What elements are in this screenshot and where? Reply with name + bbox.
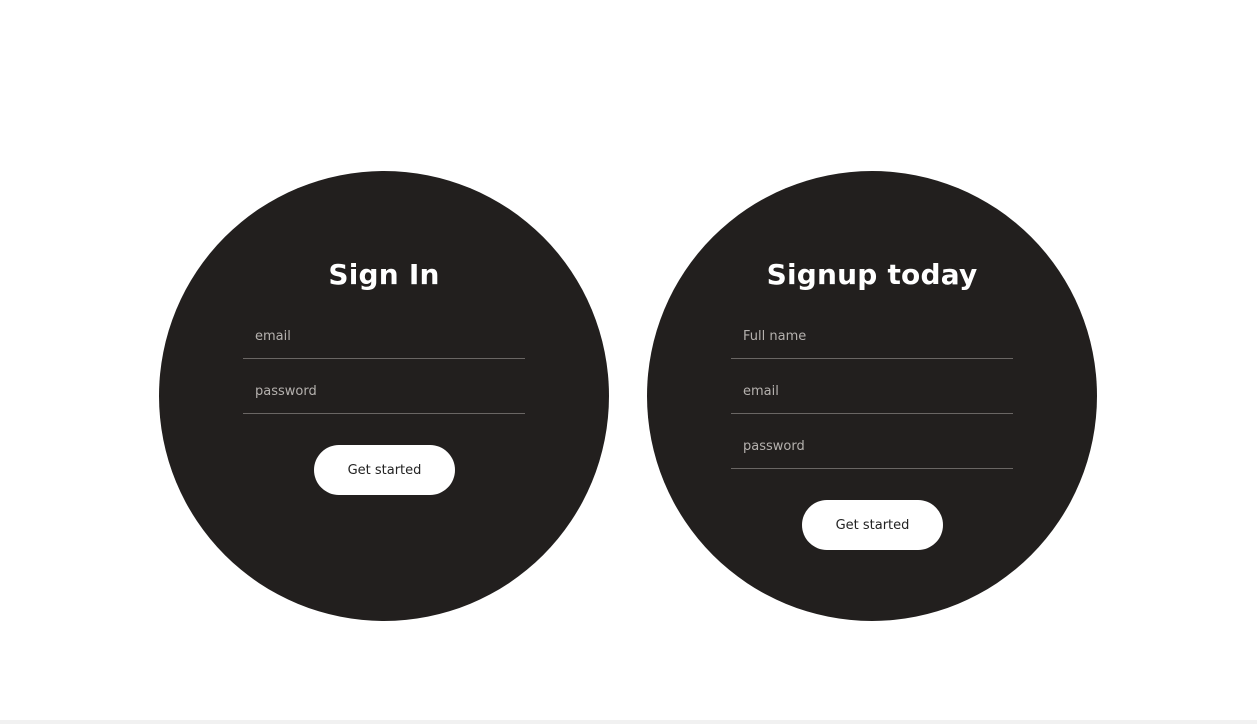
signup-email-input[interactable] [731,370,1013,413]
signin-password-field-wrapper [243,370,525,414]
signin-email-input[interactable] [243,315,525,358]
signin-card: Sign In Get started [159,171,609,621]
signup-password-field-wrapper [731,425,1013,469]
signin-email-field-wrapper [243,315,525,359]
signup-password-input[interactable] [731,425,1013,468]
page: Sign In Get started Signup today Get sta… [0,0,1257,724]
signin-password-input[interactable] [243,370,525,413]
signup-fullname-field-wrapper [731,315,1013,359]
signin-get-started-button[interactable]: Get started [314,445,455,495]
signup-email-field-wrapper [731,370,1013,414]
signup-get-started-button[interactable]: Get started [802,500,943,550]
signup-title: Signup today [766,258,978,291]
signup-card: Signup today Get started [647,171,1097,621]
signup-fullname-input[interactable] [731,315,1013,358]
bottom-divider [0,720,1257,724]
signin-title: Sign In [328,258,440,291]
